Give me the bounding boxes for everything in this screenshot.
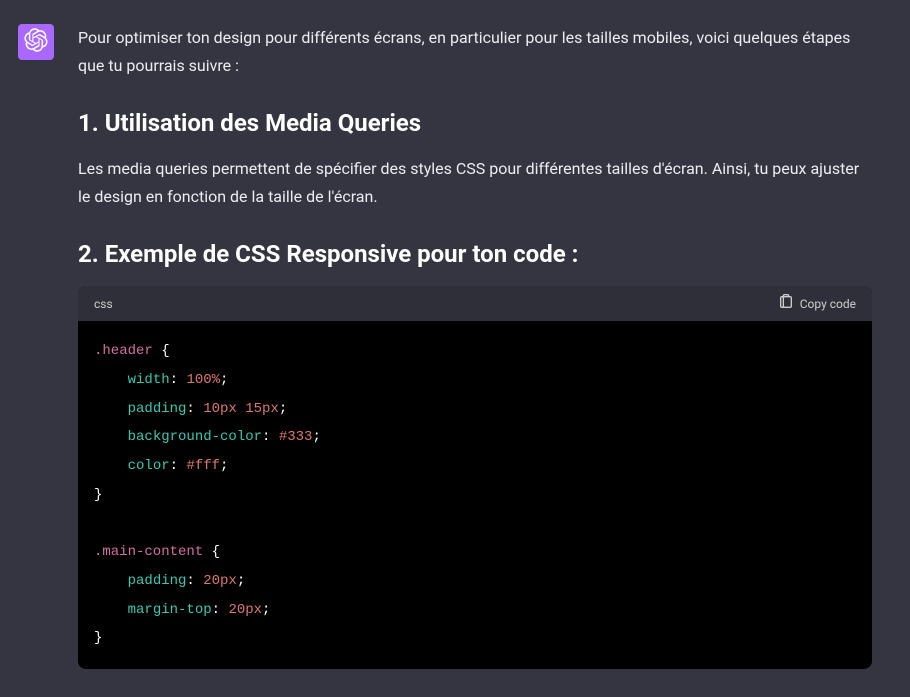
section-heading-1: 1. Utilisation des Media Queries (78, 108, 872, 139)
section-heading-2: 2. Exemple de CSS Responsive pour ton co… (78, 239, 872, 270)
copy-code-label: Copy code (800, 297, 856, 311)
code-language-label: css (94, 297, 113, 311)
section-body-1: Les media queries permettent de spécifie… (78, 155, 872, 211)
code-block: css Copy code .header { width: 100%; pad… (78, 286, 872, 669)
copy-code-button[interactable]: Copy code (778, 294, 856, 313)
openai-logo-icon (24, 28, 48, 56)
intro-paragraph: Pour optimiser ton design pour différent… (78, 24, 872, 80)
assistant-avatar (18, 24, 54, 60)
clipboard-icon (778, 294, 794, 313)
message-content: Pour optimiser ton design pour différent… (78, 24, 892, 669)
assistant-message: Pour optimiser ton design pour différent… (0, 0, 910, 669)
code-header: css Copy code (78, 286, 872, 321)
code-content[interactable]: .header { width: 100%; padding: 10px 15p… (78, 321, 872, 669)
